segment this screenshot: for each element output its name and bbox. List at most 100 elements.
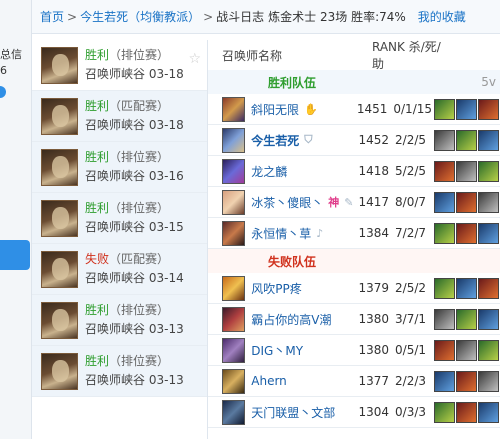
match-list-item[interactable]: 胜利（排位赛） 召唤师峡谷 03-16 [32, 142, 207, 193]
summoner-name[interactable]: 霸占你的高V潮 [251, 311, 355, 328]
item-icon[interactable] [478, 129, 499, 151]
player-row[interactable]: 冰茶丶傻眼丶神 ✎ 1417 8/0/7 [208, 187, 500, 218]
item-icon[interactable] [478, 222, 499, 244]
item-icon[interactable] [434, 98, 455, 120]
item-icon[interactable] [456, 222, 477, 244]
summoner-name-text: 冰茶丶傻眼丶 [251, 195, 324, 210]
match-map-date: 召唤师峡谷 03-14 [85, 269, 184, 288]
item-icon[interactable] [478, 191, 499, 213]
hero-summary: 炼金术士 23场 胜率:74% [268, 10, 406, 24]
summoner-name[interactable]: 永恒情丶草 ♪ [251, 225, 355, 242]
match-list-item[interactable]: 胜利（排位赛） 召唤师峡谷 03-15 [32, 193, 207, 244]
item-icon[interactable] [456, 370, 477, 392]
team-size-label: 5v [481, 75, 496, 89]
item-icon[interactable] [456, 308, 477, 330]
player-kda: 2/2/3 [395, 374, 427, 388]
match-result: 胜利 [85, 354, 110, 368]
player-row[interactable]: 斜阳无限 ✋ 1451 0/1/15 [208, 94, 500, 125]
item-icon[interactable] [434, 129, 455, 151]
match-list-item[interactable]: 胜利（排位赛） 召唤师峡谷 03-18 ☆ [32, 40, 207, 91]
item-icon[interactable] [456, 160, 477, 182]
player-row[interactable]: 风吹PP疼 1379 2/5/2 [208, 273, 500, 304]
summoner-name[interactable]: 斜阳无限 ✋ [251, 101, 354, 118]
summoner-name[interactable]: 天门联盟丶文部 [251, 404, 355, 421]
item-slots [434, 339, 500, 361]
summoner-name[interactable]: 今生若死 ⛉ [251, 132, 355, 149]
player-row[interactable]: 天门联盟丶文部 1304 0/3/3 [208, 397, 500, 428]
item-icon[interactable] [478, 339, 499, 361]
champion-avatar [41, 148, 78, 186]
item-icon[interactable] [478, 98, 499, 120]
match-mode: （排位赛） [109, 303, 170, 317]
item-icon[interactable] [456, 339, 477, 361]
item-icon[interactable] [434, 370, 455, 392]
summoner-name-text: DIG丶MY [251, 343, 304, 358]
summoner-name[interactable]: 风吹PP疼 [251, 280, 355, 297]
match-date: 03-16 [148, 169, 184, 183]
breadcrumb-summoner-link[interactable]: 今生若死（均衡教派） [80, 8, 200, 25]
feather-icon: ✎ [344, 195, 354, 209]
player-row[interactable]: 今生若死 ⛉ 1452 2/2/5 [208, 125, 500, 156]
match-map-date: 召唤师峡谷 03-13 [85, 320, 184, 339]
item-icon[interactable] [456, 129, 477, 151]
item-icon[interactable] [434, 277, 455, 299]
item-icon[interactable] [456, 277, 477, 299]
breadcrumb-home-link[interactable]: 首页 [40, 8, 64, 25]
item-icon[interactable] [434, 160, 455, 182]
match-map: 召唤师峡谷 [85, 322, 146, 336]
item-icon[interactable] [456, 191, 477, 213]
summoner-name[interactable]: DIG丶MY [251, 342, 355, 359]
summoner-name[interactable]: 冰茶丶傻眼丶神 ✎ [251, 194, 355, 211]
column-header-name: 召唤师名称 [222, 48, 283, 63]
match-info: 胜利（排位赛） 召唤师峡谷 03-16 [85, 148, 184, 186]
summoner-name-text: 霸占你的高V潮 [251, 312, 332, 327]
notification-dot [0, 86, 6, 98]
item-icon[interactable] [434, 401, 455, 423]
champion-icon [222, 275, 246, 301]
favorite-star-icon[interactable]: ☆ [188, 51, 201, 67]
player-rank: 1418 [358, 164, 390, 178]
player-row[interactable]: 霸占你的高V潮 1380 3/7/1 [208, 304, 500, 335]
item-icon[interactable] [478, 308, 499, 330]
player-row[interactable]: 永恒情丶草 ♪ 1384 7/2/7 [208, 218, 500, 249]
champion-icon [222, 399, 246, 425]
match-list-item[interactable]: 胜利（排位赛） 召唤师峡谷 03-13 [32, 295, 207, 346]
item-icon[interactable] [434, 308, 455, 330]
item-icon[interactable] [434, 191, 455, 213]
player-kda: 0/3/3 [395, 405, 427, 419]
favorites-link[interactable]: 我的收藏 [418, 8, 466, 25]
item-icon[interactable] [478, 277, 499, 299]
item-icon[interactable] [478, 160, 499, 182]
rank-badge: 神 [328, 196, 340, 209]
match-mode: （排位赛） [109, 354, 170, 368]
item-icon[interactable] [456, 98, 477, 120]
match-result-line: 胜利（排位赛） [85, 46, 184, 65]
player-row[interactable]: DIG丶MY 1380 0/5/1 [208, 335, 500, 366]
summoner-name[interactable]: 龙之麟 [251, 163, 355, 180]
summoner-name[interactable]: Ahern [251, 374, 355, 388]
player-row[interactable]: Ahern 1377 2/2/3 [208, 366, 500, 397]
player-row[interactable]: 龙之麟 1418 5/2/5 [208, 156, 500, 187]
champion-avatar [41, 352, 78, 390]
sidebar-blue-button[interactable] [0, 240, 30, 270]
item-icon[interactable] [478, 401, 499, 423]
match-list-item[interactable]: 胜利（排位赛） 召唤师峡谷 03-13 [32, 346, 207, 397]
champion-icon [222, 158, 246, 184]
summoner-name-text: 天门联盟丶文部 [251, 405, 336, 420]
item-slots [434, 370, 500, 392]
match-result-line: 失败（匹配赛） [85, 250, 184, 269]
item-icon[interactable] [434, 222, 455, 244]
player-kda: 7/2/7 [395, 226, 427, 240]
item-icon[interactable] [434, 339, 455, 361]
match-result: 胜利 [85, 99, 110, 113]
match-date: 03-18 [148, 67, 184, 81]
item-icon[interactable] [478, 370, 499, 392]
match-list-item[interactable]: 失败（匹配赛） 召唤师峡谷 03-14 [32, 244, 207, 295]
player-kda: 8/0/7 [395, 195, 427, 209]
match-list-item[interactable]: 胜利（匹配赛） 召唤师峡谷 03-18 [32, 91, 207, 142]
summoner-name-text: 永恒情丶草 [251, 226, 312, 241]
match-info: 胜利（排位赛） 召唤师峡谷 03-15 [85, 199, 184, 237]
item-icon[interactable] [456, 401, 477, 423]
match-map: 召唤师峡谷 [85, 67, 146, 81]
champion-avatar [41, 301, 78, 339]
